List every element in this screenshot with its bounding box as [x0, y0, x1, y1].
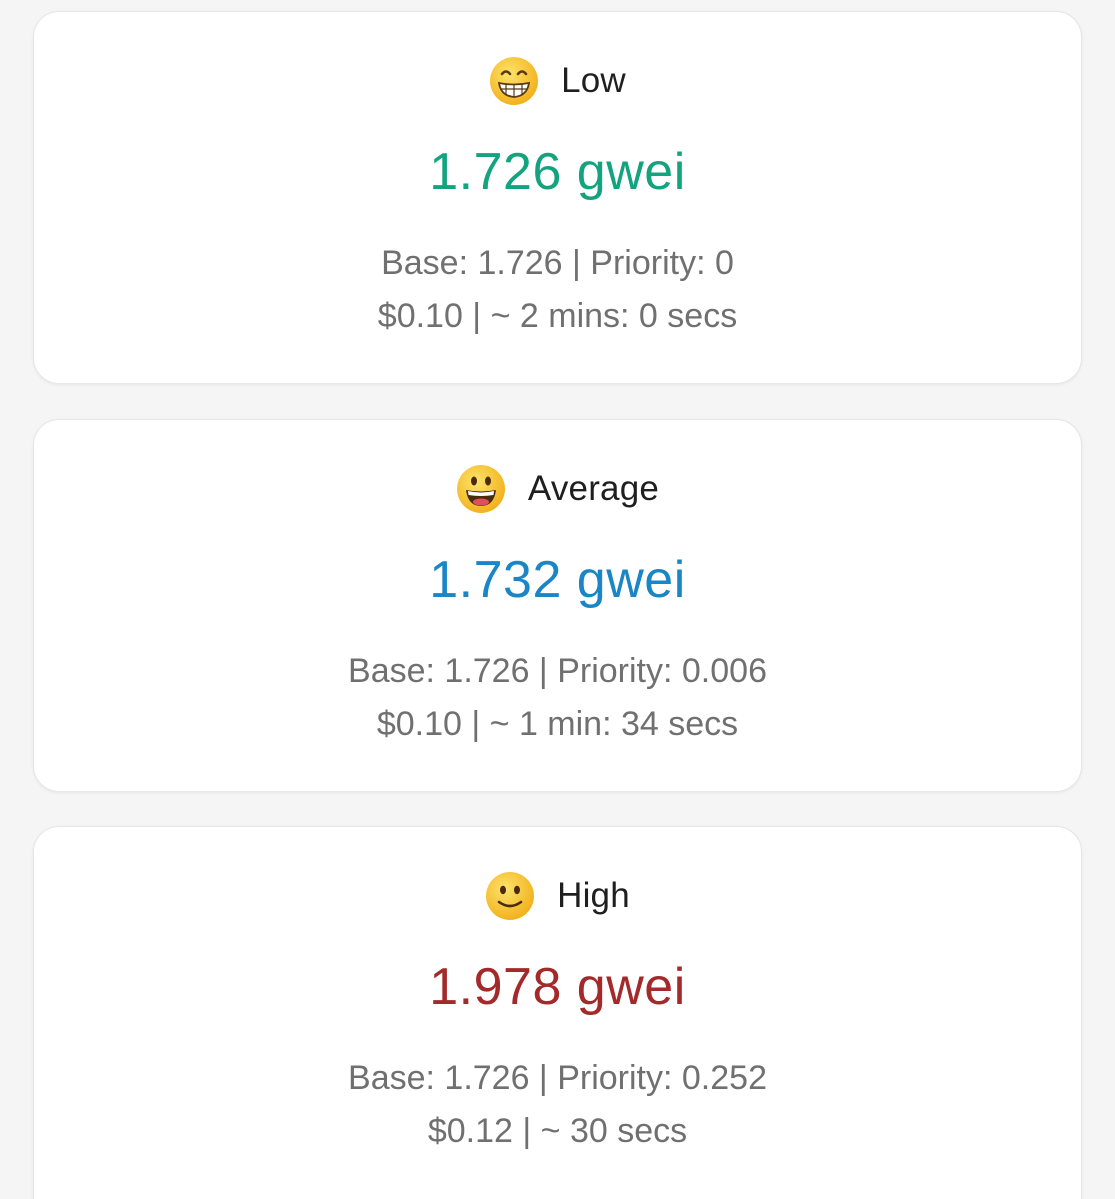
cost-time-text: $0.10 | ~ 1 min: 34 secs: [376, 705, 739, 743]
base-priority-text: Base: 1.726 | Priority: 0.006: [348, 652, 767, 690]
gas-tier-label: Average: [527, 469, 660, 508]
gas-tier-label: High: [557, 876, 630, 915]
cost-time-text: $0.10 | ~ 2 mins: 0 secs: [377, 297, 738, 335]
cost-time-text: $0.12 | ~ 30 secs: [427, 1112, 688, 1150]
slightly-smiling-face-icon: [486, 872, 535, 920]
grinning-open-mouth-face-icon: [456, 465, 505, 513]
gas-tracker-page: Low 1.726 gwei Base: 1.726 | Priority: 0…: [0, 0, 1115, 1199]
base-priority-text: Base: 1.726 | Priority: 0: [381, 244, 734, 282]
gas-card-average[interactable]: Average 1.732 gwei Base: 1.726 | Priorit…: [33, 419, 1082, 792]
gas-card-header: Low: [34, 55, 1081, 107]
gas-card-low[interactable]: Low 1.726 gwei Base: 1.726 | Priority: 0…: [33, 11, 1082, 384]
gas-price: 1.978 gwei: [429, 958, 686, 1016]
gas-price: 1.732 gwei: [429, 551, 686, 609]
grinning-teeth-face-icon: [490, 57, 539, 105]
gas-card-header: Average: [34, 463, 1081, 515]
gas-tier-label: Low: [561, 61, 626, 100]
gas-card-high[interactable]: High 1.978 gwei Base: 1.726 | Priority: …: [33, 826, 1082, 1199]
gas-price: 1.726 gwei: [429, 143, 686, 201]
gas-card-header: High: [34, 870, 1081, 922]
base-priority-text: Base: 1.726 | Priority: 0.252: [348, 1059, 767, 1097]
